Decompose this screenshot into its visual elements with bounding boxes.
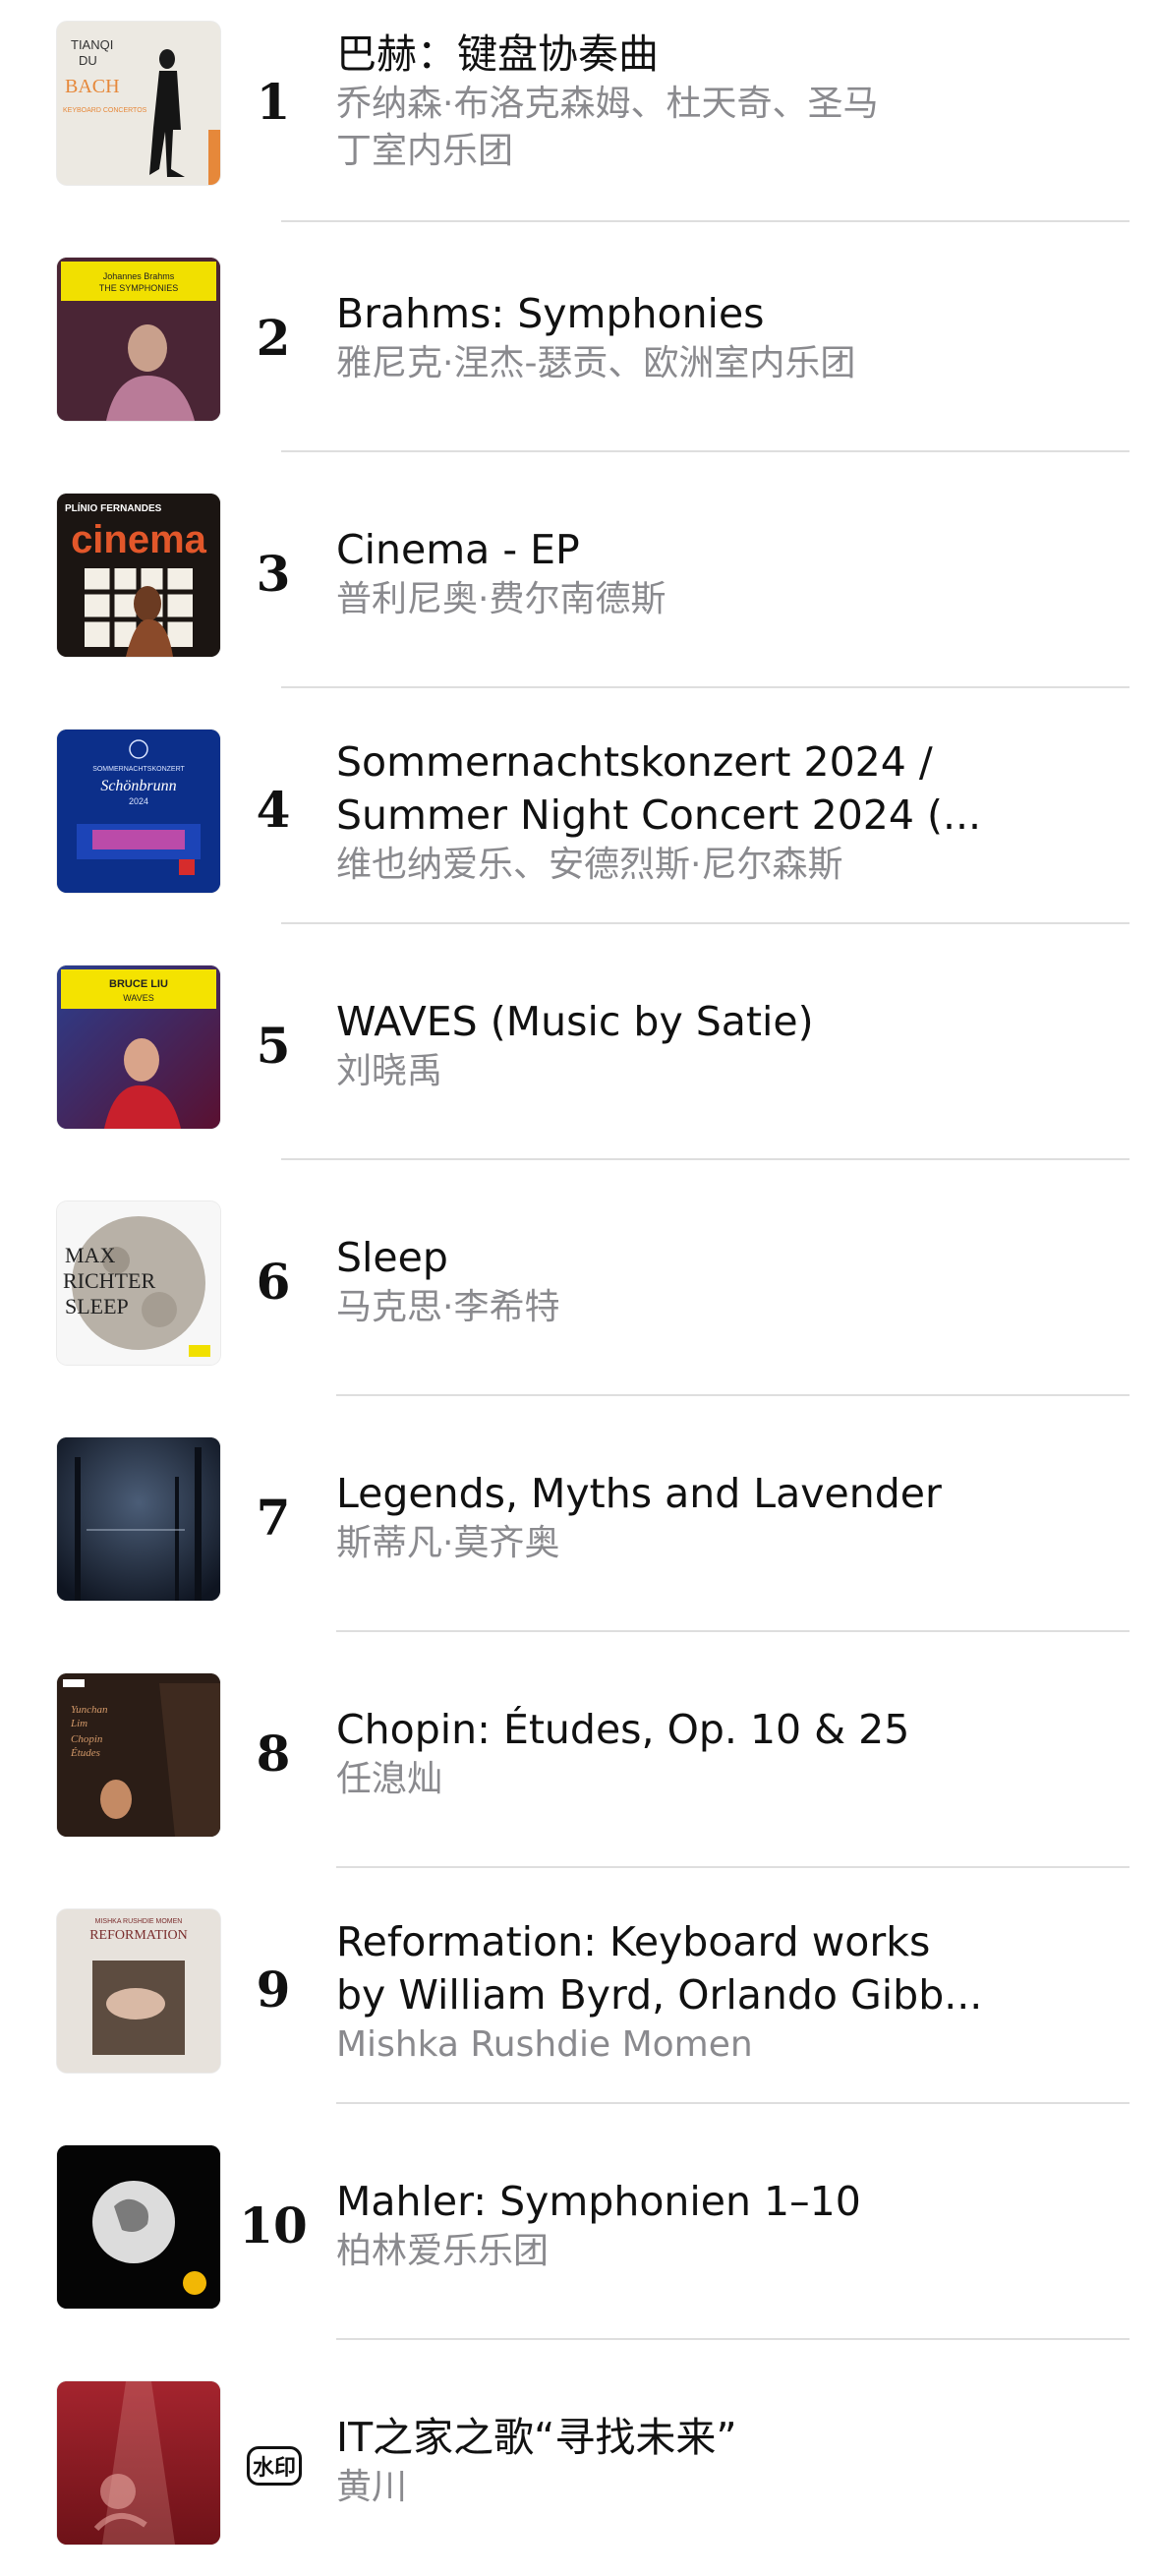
- album-art: MAX RICHTER SLEEP: [57, 1201, 220, 1365]
- rank-number: 9: [256, 1961, 291, 2019]
- album-artist: 维也纳爱乐、安德烈斯·尼尔森斯: [336, 845, 843, 885]
- rank-number: 10: [239, 2196, 308, 2254]
- album-title: WAVES (Music by Satie): [336, 998, 814, 1045]
- album-art-text: THE SYMPHONIES: [99, 283, 179, 293]
- list-item[interactable]: MISHKA RUSHDIE MOMEN REFORMATION 9 Refor…: [0, 1888, 1159, 2104]
- list-item[interactable]: Johannes Brahms THE SYMPHONIES 2 Brahms:…: [0, 236, 1159, 452]
- list-item[interactable]: 7 Legends, Myths and Lavender 斯蒂凡·莫齐奥: [0, 1416, 1159, 1632]
- album-title: Sleep: [336, 1234, 448, 1281]
- album-title: Summer Night Concert 2024 (...: [336, 791, 982, 839]
- rank-number: 3: [256, 545, 291, 603]
- album-artist: 柏林爱乐乐团: [336, 2231, 550, 2271]
- album-artist: 普利尼奥·费尔南德斯: [336, 579, 666, 619]
- list-item[interactable]: BRUCE LIU WAVES 5 WAVES (Music by Satie)…: [0, 944, 1159, 1160]
- list-item[interactable]: PLÍNIO FERNANDES cinema 3 Cinema - EP 普利…: [0, 472, 1159, 688]
- album-art: MISHKA RUSHDIE MOMEN REFORMATION: [57, 1909, 220, 2073]
- rank-number: 8: [256, 1725, 291, 1783]
- row-divider: [281, 450, 1130, 452]
- album-art-text: 2024: [129, 796, 148, 806]
- list-item[interactable]: Yunchan Lim Chopin Études 8 Chopin: Étud…: [0, 1652, 1159, 1868]
- album-art: TIANQI DU BACH KEYBOARD CONCERTOS: [57, 22, 220, 185]
- album-art-text: KEYBOARD CONCERTOS: [63, 107, 147, 114]
- album-artist: 丁室内乐团: [336, 131, 514, 171]
- rank-number: 5: [256, 1017, 291, 1075]
- album-title: Reformation: Keyboard works: [336, 1918, 931, 1965]
- album-title: by William Byrd, Orlando Gibb...: [336, 1971, 983, 2019]
- album-art: [57, 2381, 220, 2545]
- album-art-text: RICHTER: [63, 1268, 155, 1293]
- album-art: BRUCE LIU WAVES: [57, 966, 220, 1129]
- album-artist: 乔纳森·布洛克森姆、杜天奇、圣马: [336, 84, 879, 124]
- album-art-text: Yunchan: [71, 1704, 108, 1716]
- row-divider: [336, 2102, 1130, 2104]
- album-art-text: TIANQI: [71, 37, 113, 52]
- rank-number: 2: [256, 309, 291, 367]
- album-title: IT之家之歌“寻找未来”: [336, 2414, 737, 2461]
- album-art-text: MISHKA RUSHDIE MOMEN: [95, 1918, 183, 1925]
- album-art-text: SLEEP: [65, 1294, 129, 1318]
- row-divider: [336, 1866, 1130, 1868]
- album-title: Brahms: Symphonies: [336, 290, 765, 337]
- album-art-text: WAVES: [123, 993, 154, 1003]
- list-item[interactable]: TIANQI DU BACH KEYBOARD CONCERTOS 1 巴赫：键…: [0, 0, 1159, 222]
- rank-number: 1: [256, 73, 291, 131]
- album-art: PLÍNIO FERNANDES cinema: [57, 494, 220, 657]
- album-title: Chopin: Études, Op. 10 & 25: [336, 1706, 910, 1753]
- album-artist: 刘晓禹: [336, 1051, 443, 1091]
- row-divider: [336, 1394, 1130, 1396]
- album-art-text: Schönbrunn: [100, 778, 176, 794]
- album-art-text: MAX: [65, 1243, 115, 1267]
- album-artist: 雅尼克·涅杰-瑟贡、欧洲室内乐团: [336, 343, 856, 383]
- rank-number: 6: [256, 1253, 291, 1311]
- watermark-badge: 水印: [247, 2446, 302, 2486]
- row-divider: [336, 1630, 1130, 1632]
- album-art-text: BRUCE LIU: [109, 978, 168, 990]
- album-artist: 马克思·李希特: [336, 1287, 560, 1327]
- album-art-text: Johannes Brahms: [103, 271, 175, 281]
- album-artist: 斯蒂凡·莫齐奥: [336, 1523, 560, 1563]
- album-title: Sommernachtskonzert 2024 /: [336, 738, 933, 786]
- album-art-text: Lim: [70, 1718, 87, 1729]
- album-artist: Mishka Rushdie Momen: [336, 2024, 753, 2065]
- album-artist: 黄川: [336, 2467, 408, 2507]
- list-item[interactable]: MAX RICHTER SLEEP 6 Sleep 马克思·李希特: [0, 1180, 1159, 1396]
- row-divider: [336, 2338, 1130, 2340]
- album-title: Legends, Myths and Lavender: [336, 1470, 942, 1517]
- album-art-text: SOMMERNACHTSKONZERT: [92, 766, 185, 773]
- list-item[interactable]: 10 Mahler: Symphonien 1–10 柏林爱乐乐团: [0, 2124, 1159, 2340]
- album-artist: 任㴧灿: [336, 1759, 443, 1799]
- row-divider: [281, 922, 1130, 924]
- row-divider: [281, 220, 1130, 222]
- album-art-text: REFORMATION: [89, 1928, 188, 1943]
- album-art-text: BACH: [65, 76, 120, 97]
- album-art-text: DU: [79, 53, 97, 68]
- album-title: Cinema - EP: [336, 526, 580, 573]
- album-art: [57, 1437, 220, 1601]
- album-art-text: Études: [70, 1747, 100, 1759]
- album-title: 巴赫：键盘协奏曲: [336, 30, 659, 78]
- album-art: Johannes Brahms THE SYMPHONIES: [57, 258, 220, 421]
- rank-number: 4: [256, 781, 291, 839]
- album-art-text: PLÍNIO FERNANDES: [65, 501, 162, 514]
- rank-number: 7: [256, 1489, 291, 1547]
- row-divider: [281, 686, 1130, 688]
- album-art-text: Chopin: [71, 1733, 103, 1745]
- list-item[interactable]: 水印 IT之家之歌“寻找未来” 黄川: [0, 2360, 1159, 2576]
- album-art: [57, 2145, 220, 2309]
- album-art: SOMMERNACHTSKONZERT Schönbrunn 2024: [57, 730, 220, 893]
- row-divider: [281, 1158, 1130, 1160]
- album-art-text: cinema: [71, 518, 207, 561]
- album-title: Mahler: Symphonien 1–10: [336, 2178, 861, 2225]
- list-item[interactable]: SOMMERNACHTSKONZERT Schönbrunn 2024 4 So…: [0, 708, 1159, 924]
- album-art: Yunchan Lim Chopin Études: [57, 1673, 220, 1837]
